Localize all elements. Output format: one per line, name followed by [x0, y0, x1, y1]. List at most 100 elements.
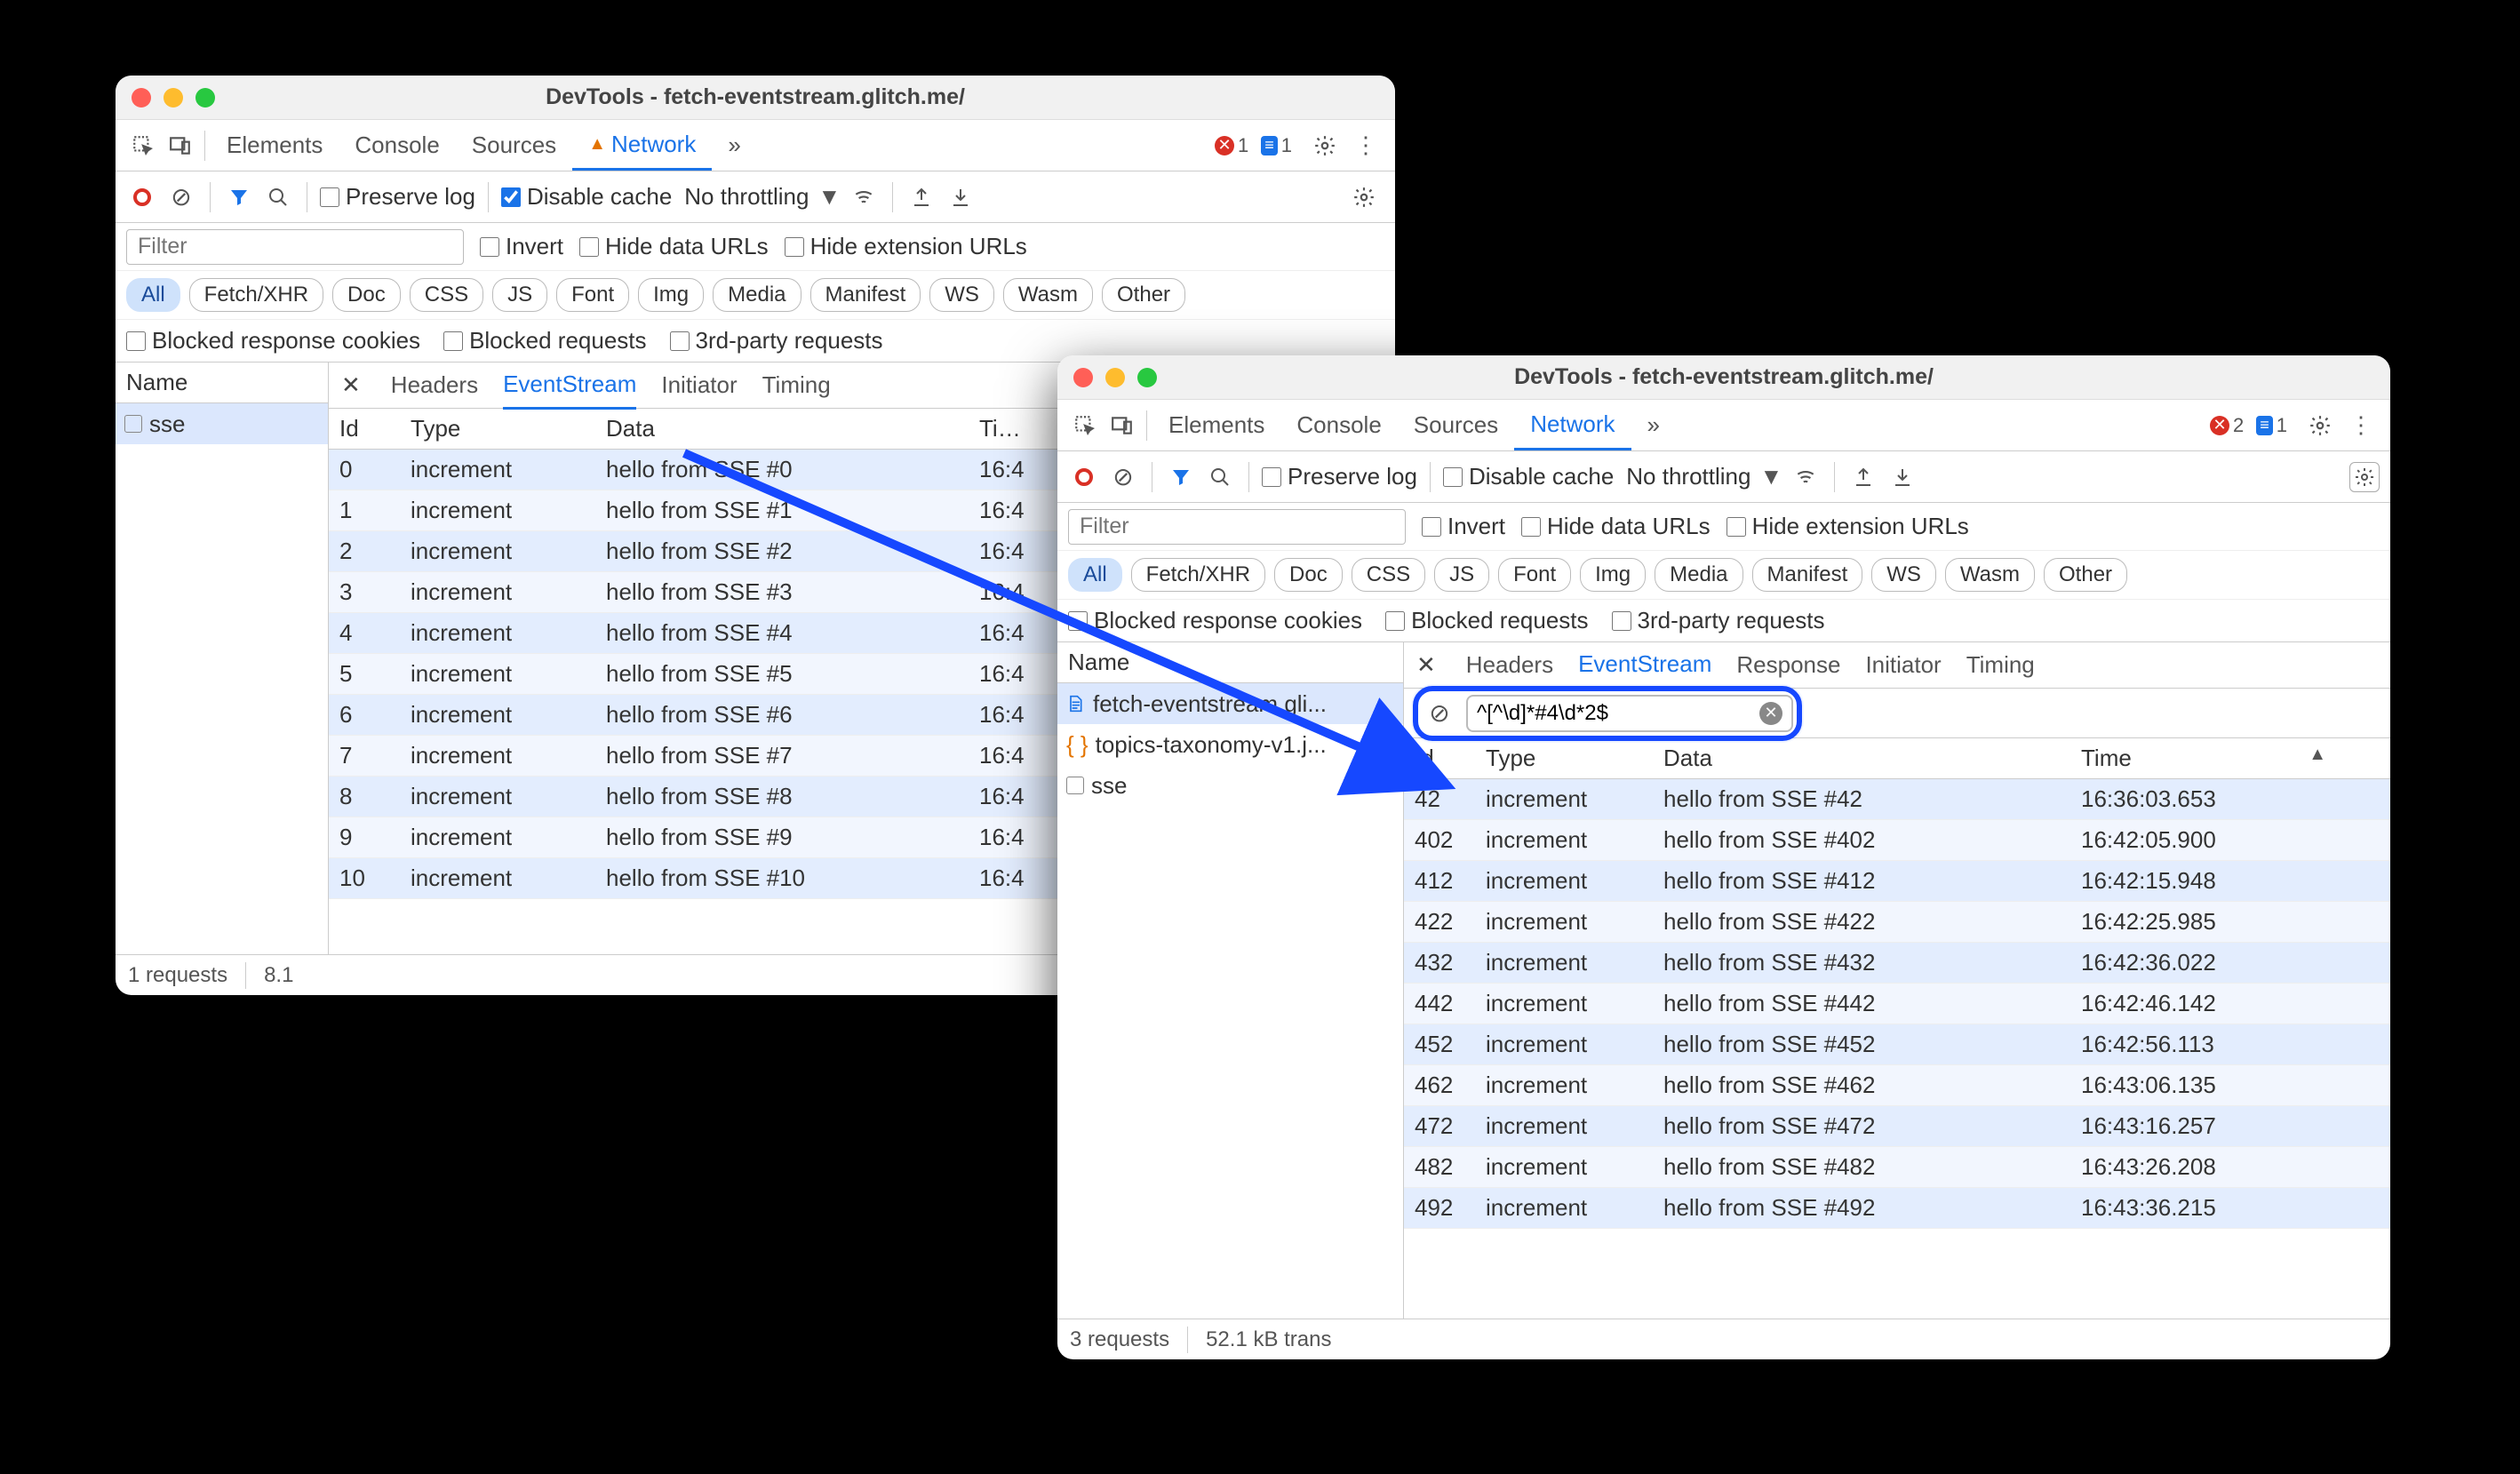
tab-console[interactable]: Console	[1280, 400, 1397, 450]
column-header-data[interactable]: Data	[1653, 745, 2070, 772]
column-header-time[interactable]: Time▲	[2070, 745, 2337, 772]
chip-css[interactable]: CSS	[1352, 558, 1425, 592]
close-detail-icon[interactable]: ✕	[341, 371, 361, 399]
chip-media[interactable]: Media	[1655, 558, 1742, 592]
table-row[interactable]: 442incrementhello from SSE #44216:42:46.…	[1404, 984, 2390, 1024]
chip-wasm[interactable]: Wasm	[1945, 558, 2035, 592]
record-button[interactable]	[1068, 461, 1100, 493]
kebab-menu-icon[interactable]: ⋮	[1345, 131, 1386, 159]
chip-fetch-xhr[interactable]: Fetch/XHR	[1131, 558, 1265, 592]
kebab-menu-icon[interactable]: ⋮	[2341, 411, 2381, 439]
maximize-window-button[interactable]	[195, 88, 215, 108]
inspect-icon[interactable]	[1066, 414, 1104, 437]
blocked-requests-checkbox[interactable]: Blocked requests	[443, 327, 646, 355]
column-header-type[interactable]: Type	[400, 415, 595, 442]
filter-icon[interactable]	[1165, 461, 1197, 493]
chip-media[interactable]: Media	[713, 278, 801, 312]
more-tabs-icon[interactable]: »	[712, 120, 756, 171]
third-party-checkbox[interactable]: 3rd-party requests	[670, 327, 883, 355]
chip-font[interactable]: Font	[556, 278, 629, 312]
detail-tab-eventstream[interactable]: EventStream	[503, 370, 636, 410]
error-badge-icon[interactable]: ✕	[1215, 136, 1234, 155]
device-icon[interactable]	[162, 134, 199, 157]
tab-elements[interactable]: Elements	[1152, 400, 1280, 450]
tab-sources[interactable]: Sources	[456, 120, 572, 171]
regex-filter-input[interactable]: ✕	[1466, 695, 1793, 732]
info-badge-icon[interactable]: ≡	[1261, 136, 1278, 155]
detail-tab-initiator[interactable]: Initiator	[1865, 651, 1941, 679]
detail-tab-eventstream[interactable]: EventStream	[1578, 650, 1711, 689]
chip-font[interactable]: Font	[1498, 558, 1571, 592]
chip-other[interactable]: Other	[2044, 558, 2127, 592]
close-window-button[interactable]	[132, 88, 151, 108]
chip-fetch-xhr[interactable]: Fetch/XHR	[189, 278, 323, 312]
table-row[interactable]: 402incrementhello from SSE #40216:42:05.…	[1404, 820, 2390, 861]
detail-tab-headers[interactable]: Headers	[391, 371, 478, 399]
chevron-down-icon[interactable]: ▼	[817, 183, 841, 211]
request-row[interactable]: sse	[116, 403, 328, 444]
filter-input[interactable]	[126, 229, 464, 265]
column-header-data[interactable]: Data	[595, 415, 969, 442]
tab-elements[interactable]: Elements	[211, 120, 339, 171]
invert-checkbox[interactable]: Invert	[480, 233, 563, 260]
blocked-requests-checkbox[interactable]: Blocked requests	[1385, 607, 1588, 634]
tab-network[interactable]: Network	[1514, 400, 1631, 450]
download-icon[interactable]	[945, 181, 977, 213]
chip-doc[interactable]: Doc	[332, 278, 401, 312]
tab-console[interactable]: Console	[339, 120, 455, 171]
table-row[interactable]: 432incrementhello from SSE #43216:42:36.…	[1404, 943, 2390, 984]
detail-tab-response[interactable]: Response	[1736, 651, 1840, 679]
hide-data-urls-checkbox[interactable]: Hide data URLs	[1521, 513, 1711, 540]
chip-ws[interactable]: WS	[1871, 558, 1936, 592]
column-header-id[interactable]: Id	[1404, 745, 1475, 772]
clear-icon[interactable]: ⊘	[1107, 461, 1139, 493]
panel-settings-icon[interactable]	[1344, 186, 1384, 209]
detail-tab-headers[interactable]: Headers	[1466, 651, 1553, 679]
blocked-cookies-checkbox[interactable]: Blocked response cookies	[1068, 607, 1362, 634]
error-badge-icon[interactable]: ✕	[2210, 416, 2229, 435]
disable-cache-checkbox[interactable]: Disable cache	[1443, 463, 1614, 490]
close-detail-icon[interactable]: ✕	[1416, 651, 1436, 679]
settings-icon[interactable]	[1304, 134, 1345, 157]
tab-network[interactable]: Network	[572, 120, 712, 171]
device-icon[interactable]	[1104, 414, 1141, 437]
chip-js[interactable]: JS	[492, 278, 547, 312]
chevron-down-icon[interactable]: ▼	[1759, 463, 1782, 490]
download-icon[interactable]	[1886, 461, 1918, 493]
request-row[interactable]: sse	[1057, 765, 1403, 806]
chip-js[interactable]: JS	[1434, 558, 1489, 592]
preserve-log-checkbox[interactable]: Preserve log	[1262, 463, 1417, 490]
chip-all[interactable]: All	[126, 278, 180, 312]
table-row[interactable]: 422incrementhello from SSE #42216:42:25.…	[1404, 902, 2390, 943]
name-column-header[interactable]: Name	[116, 363, 328, 403]
table-row[interactable]: 452incrementhello from SSE #45216:42:56.…	[1404, 1024, 2390, 1065]
hide-data-urls-checkbox[interactable]: Hide data URLs	[579, 233, 769, 260]
throttling-select[interactable]: No throttling	[684, 183, 809, 211]
hide-extension-urls-checkbox[interactable]: Hide extension URLs	[785, 233, 1027, 260]
minimize-window-button[interactable]	[163, 88, 183, 108]
column-header-type[interactable]: Type	[1475, 745, 1653, 772]
detail-tab-initiator[interactable]: Initiator	[661, 371, 737, 399]
disable-cache-checkbox[interactable]: Disable cache	[501, 183, 672, 211]
search-icon[interactable]	[262, 181, 294, 213]
chip-img[interactable]: Img	[638, 278, 704, 312]
chip-css[interactable]: CSS	[410, 278, 483, 312]
preserve-log-checkbox[interactable]: Preserve log	[320, 183, 475, 211]
search-icon[interactable]	[1204, 461, 1236, 493]
settings-icon[interactable]	[2300, 414, 2341, 437]
chip-manifest[interactable]: Manifest	[810, 278, 921, 312]
table-row[interactable]: 412incrementhello from SSE #41216:42:15.…	[1404, 861, 2390, 902]
maximize-window-button[interactable]	[1137, 368, 1157, 387]
clear-input-icon[interactable]: ✕	[1759, 702, 1782, 725]
throttling-select[interactable]: No throttling	[1626, 463, 1750, 490]
table-row[interactable]: 472incrementhello from SSE #47216:43:16.…	[1404, 1106, 2390, 1147]
table-row[interactable]: 462incrementhello from SSE #46216:43:06.…	[1404, 1065, 2390, 1106]
more-tabs-icon[interactable]: »	[1631, 400, 1676, 450]
invert-checkbox[interactable]: Invert	[1422, 513, 1505, 540]
column-header-id[interactable]: Id	[329, 415, 400, 442]
clear-icon[interactable]: ⊘	[165, 181, 197, 213]
name-column-header[interactable]: Name	[1057, 642, 1403, 683]
panel-settings-icon[interactable]	[2349, 462, 2380, 492]
info-badge-icon[interactable]: ≡	[2256, 416, 2273, 435]
chip-all[interactable]: All	[1068, 558, 1122, 592]
